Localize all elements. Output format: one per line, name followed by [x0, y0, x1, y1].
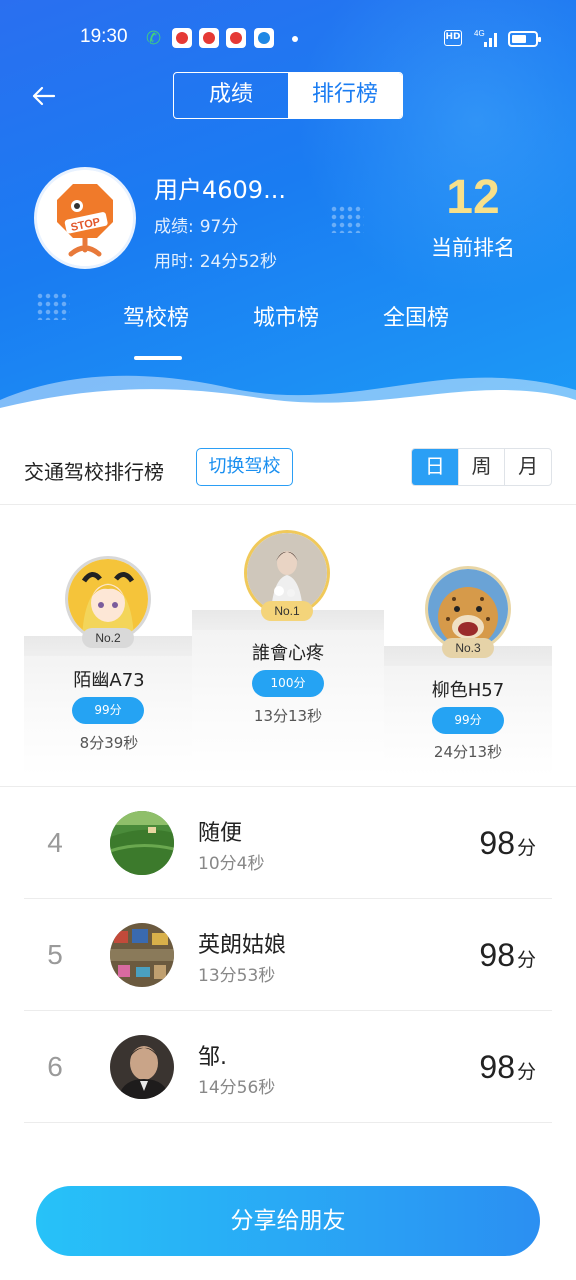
stop-sign-avatar-icon: STOP	[37, 170, 133, 266]
user-name: 用户4609...	[154, 176, 286, 204]
podium-badge-first: No.1	[261, 601, 313, 621]
tab-score[interactable]: 成绩	[174, 73, 288, 118]
phone-call-icon: ✆	[146, 28, 162, 49]
list-item[interactable]: 4 随便 10分4秒 98 分	[24, 787, 552, 899]
user-name: 随便	[198, 821, 243, 846]
podium-score-third: 99分	[432, 707, 504, 734]
podium-name-second: 陌幽A73	[73, 670, 145, 691]
user-score-value: 97分	[199, 217, 239, 237]
podium-time-first: 13分13秒	[253, 707, 323, 725]
avatar-image	[110, 923, 174, 987]
score: 98 分	[479, 1049, 536, 1086]
leaderboard-title: 交通驾校排行榜	[24, 460, 164, 484]
leaderboard-header: 交通驾校排行榜 切换驾校 日 周 月	[0, 440, 576, 496]
decorative-dots	[330, 205, 364, 233]
user-score-line: 成绩: 97分	[154, 212, 238, 237]
podium: No.2 陌幽A73 99分 8分39秒 No.1 誰會心疼 100分 13分1…	[0, 506, 576, 786]
user-time-value: 24分52秒	[199, 252, 277, 272]
period-day[interactable]: 日	[412, 449, 458, 485]
switch-school-button[interactable]: 切换驾校	[196, 448, 293, 486]
elapsed-time: 10分4秒	[198, 854, 265, 874]
user-score-label: 成绩:	[154, 217, 194, 237]
avatar	[110, 811, 174, 875]
battery-icon	[508, 31, 541, 47]
back-arrow-icon[interactable]	[26, 78, 62, 114]
hd-icon: HD	[444, 30, 462, 46]
user-name: 邹.	[198, 1045, 227, 1070]
status-time: 19:30	[80, 26, 128, 47]
header-banner: 19:30 ✆ HD 4G 成绩 排行榜 STOP 用户4609... 成绩: …	[0, 0, 576, 420]
user-name: 英朗姑娘	[198, 933, 287, 958]
score: 98 分	[479, 825, 536, 862]
period-week[interactable]: 周	[457, 449, 505, 485]
score-unit: 分	[516, 1061, 536, 1083]
app-notification-icon	[254, 28, 274, 48]
app-notification-icon	[172, 28, 192, 48]
rank-number: 4	[47, 827, 63, 858]
tab-national[interactable]: 全国榜	[383, 300, 449, 332]
divider	[0, 504, 576, 505]
status-bar: 19:30 ✆ HD 4G	[0, 22, 576, 56]
podium-score-first: 100分	[252, 670, 324, 697]
podium-time-second: 8分39秒	[79, 734, 139, 752]
tab-leaderboard[interactable]: 排行榜	[288, 73, 402, 118]
avatar-image	[110, 1035, 174, 1099]
avatar-image	[428, 569, 508, 649]
share-to-friends-button[interactable]: 分享给朋友	[36, 1186, 540, 1256]
score-value: 98	[479, 825, 515, 861]
network-type-label: 4G	[474, 29, 485, 38]
podium-score-second: 99分	[72, 697, 144, 724]
rank-number: 6	[47, 1051, 63, 1082]
tab-city[interactable]: 城市榜	[253, 300, 319, 332]
podium-badge-third: No.3	[442, 638, 494, 658]
score: 98 分	[479, 937, 536, 974]
user-time-label: 用时:	[154, 252, 194, 272]
signal-4g-icon: 4G	[474, 29, 497, 47]
podium-time-third: 24分13秒	[433, 743, 503, 761]
user-avatar[interactable]: STOP	[34, 167, 136, 269]
elapsed-time: 14分56秒	[198, 1078, 276, 1098]
tab-driving-school[interactable]: 驾校榜	[123, 300, 189, 332]
podium-name-first: 誰會心疼	[252, 643, 324, 664]
elapsed-time: 13分53秒	[198, 966, 276, 986]
list-item[interactable]: 6 邹. 14分56秒 98 分	[24, 1011, 552, 1123]
score-value: 98	[479, 1049, 515, 1085]
score-unit: 分	[516, 949, 536, 971]
scope-tabs: 驾校榜 城市榜 全国榜	[0, 300, 576, 340]
score-value: 98	[479, 937, 515, 973]
more-notifications-dot-icon	[292, 36, 298, 42]
podium-name-third: 柳色H57	[431, 680, 505, 701]
current-rank-number: 12	[446, 171, 500, 224]
podium-badge-second: No.2	[82, 628, 134, 648]
rank-number: 5	[47, 939, 63, 970]
header-wave	[0, 375, 576, 420]
avatar	[110, 923, 174, 987]
app-notification-icon	[199, 28, 219, 48]
current-rank-label: 当前排名	[431, 236, 515, 260]
user-time-line: 用时: 24分52秒	[154, 247, 277, 272]
avatar	[110, 1035, 174, 1099]
top-tab-switch: 成绩 排行榜	[173, 72, 403, 119]
avatar-image	[110, 811, 174, 875]
score-unit: 分	[516, 837, 536, 859]
period-month[interactable]: 月	[504, 449, 551, 485]
avatar-image	[68, 559, 148, 639]
list-item[interactable]: 5 英朗姑娘 13分53秒 98 分	[24, 899, 552, 1011]
app-notification-icon	[226, 28, 246, 48]
period-selector: 日 周 月	[411, 448, 552, 486]
